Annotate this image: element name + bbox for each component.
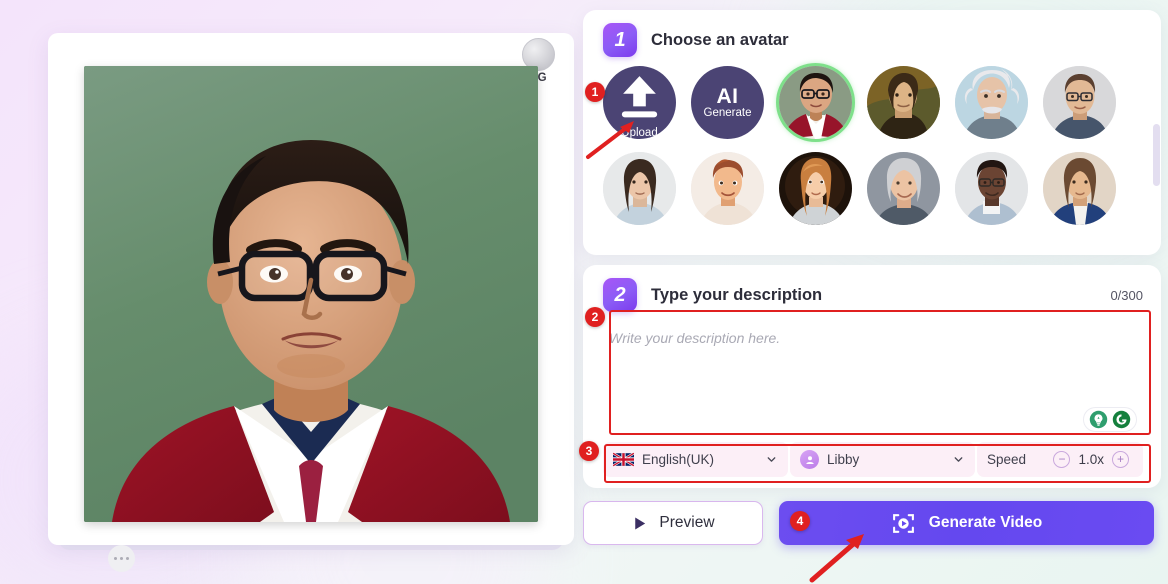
annotation-marker-1: 1 [585, 82, 605, 102]
avatar-option-woman-long-dark-hair[interactable] [603, 152, 676, 225]
more-options-button[interactable] [108, 545, 135, 572]
video-capture-icon [892, 513, 914, 533]
avatar-woman-long-dark-hair-image [603, 152, 676, 225]
avatar-option-einstein[interactable] [955, 66, 1028, 139]
editor-panel-column: 1 Choose an avatar Upload AI Generate 2 … [583, 10, 1161, 545]
generate-video-label: Generate Video [928, 514, 1043, 531]
avatar-list-scrollbar-thumb[interactable] [1153, 124, 1160, 186]
choose-avatar-panel: 1 Choose an avatar Upload AI Generate [583, 10, 1161, 255]
avatar-list-scrollbar[interactable] [1153, 124, 1160, 255]
avatar-option-man-glasses-graduate[interactable] [779, 66, 852, 139]
speed-value: 1.0x [1078, 452, 1104, 467]
avatar-row: Upload AI Generate [603, 66, 1145, 139]
ellipsis-icon [125, 556, 130, 561]
voice-settings-row: English(UK) Libby Speed − 1.0x + [603, 442, 1143, 477]
upload-avatar-button[interactable]: Upload [603, 66, 676, 139]
choose-avatar-title: Choose an avatar [651, 30, 789, 49]
choose-avatar-header: 1 Choose an avatar [583, 10, 1161, 66]
avatar-scroll-area: Upload AI Generate [583, 66, 1161, 225]
avatar-man-glasses-graduate-image [779, 66, 852, 139]
speed-increase-button[interactable]: + [1112, 451, 1129, 468]
avatar-senior-woman-gray-hair-image [867, 152, 940, 225]
avatar-option-cartoon-young-man[interactable] [691, 152, 764, 225]
chevron-down-icon [954, 457, 963, 462]
character-count: 0/300 [1110, 287, 1143, 303]
upload-arrow-icon [621, 76, 658, 118]
speed-control: Speed − 1.0x + [977, 442, 1143, 477]
ellipsis-icon [113, 556, 118, 561]
avatar-black-man-glasses-image [955, 152, 1028, 225]
person-icon [800, 450, 819, 469]
grammarly-g-icon[interactable] [1112, 410, 1131, 429]
description-title: Type your description [651, 285, 823, 304]
language-selector[interactable]: English(UK) [603, 442, 788, 477]
avatar-preview-card: BG [48, 33, 574, 572]
textarea-tools [1083, 407, 1137, 432]
description-header: 2 Type your description 0/300 [583, 265, 1161, 321]
description-input[interactable] [603, 321, 1143, 433]
action-buttons-row: Preview Generate Video [583, 501, 1161, 545]
avatar-row [603, 152, 1145, 225]
upload-avatar-label: Upload [621, 126, 658, 139]
avatar-option-senior-woman-gray-hair[interactable] [867, 152, 940, 225]
step-2-badge: 2 [603, 278, 637, 312]
avatar-young-man-glasses-image [1043, 66, 1116, 139]
preview-button[interactable]: Preview [583, 501, 763, 545]
ai-generate-label: Generate [703, 106, 752, 119]
generate-video-button[interactable]: Generate Video [779, 501, 1154, 545]
avatar-option-illustrated-woman-ginger[interactable] [779, 152, 852, 225]
avatar-option-mona-lisa[interactable] [867, 66, 940, 139]
avatar-option-black-man-glasses[interactable] [955, 152, 1028, 225]
avatar-illustrated-woman-ginger-image [779, 152, 852, 225]
annotation-marker-4: 4 [790, 511, 810, 531]
play-icon [635, 516, 646, 530]
description-panel: 2 Type your description 0/300 Write your… [583, 265, 1161, 488]
avatar-option-woman-blue-blazer[interactable] [1043, 152, 1116, 225]
avatar-preview-image [84, 66, 538, 522]
voice-selector[interactable]: Libby [790, 442, 975, 477]
ai-generate-avatar-button[interactable]: AI Generate [691, 66, 764, 139]
avatar-woman-blue-blazer-image [1043, 152, 1116, 225]
ellipsis-icon [119, 556, 124, 561]
speed-decrease-button[interactable]: − [1053, 451, 1071, 468]
voice-label: Libby [827, 452, 860, 467]
avatar-mona-lisa-image [867, 66, 940, 139]
preview-button-label: Preview [659, 514, 715, 531]
description-textarea-wrap [603, 321, 1143, 438]
lightbulb-icon[interactable] [1089, 410, 1108, 429]
avatar-cartoon-young-man-image [691, 152, 764, 225]
avatar-einstein-image [955, 66, 1028, 139]
ai-generate-top-label: AI [716, 84, 739, 108]
language-label: English(UK) [642, 452, 715, 467]
step-1-badge: 1 [603, 23, 637, 57]
uk-flag-icon [613, 452, 634, 467]
speed-stepper: − 1.0x + [1053, 451, 1129, 468]
annotation-marker-2: 2 [585, 307, 605, 327]
chevron-down-icon [767, 457, 776, 462]
annotation-marker-3: 3 [579, 441, 599, 461]
speed-label: Speed [987, 452, 1027, 467]
avatar-option-young-man-glasses[interactable] [1043, 66, 1116, 139]
